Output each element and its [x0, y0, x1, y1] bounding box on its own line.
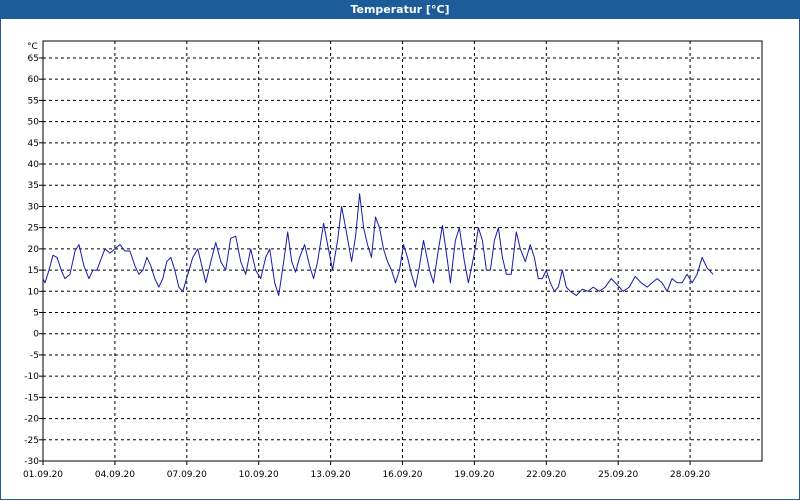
y-axis-label: °C — [27, 42, 38, 52]
x-tick-label: 07.09.20 — [167, 470, 207, 480]
chart-window: Temperatur [°C] -30 -25 -20 -15 -10 -5 0 5 10 15 2… — [0, 0, 800, 500]
y-tick-label: 60 — [28, 75, 40, 85]
y-tick-label: 40 — [28, 160, 40, 170]
y-tick-label: -10 — [24, 372, 39, 382]
x-tick-label: 25.09.20 — [598, 470, 638, 480]
y-tick-label: 15 — [28, 266, 39, 276]
x-tick-label: 13.09.20 — [311, 470, 351, 480]
y-tick-label: 55 — [28, 96, 39, 106]
x-axis: 01.09.20 04.09.20 07.09.20 10.09.20 13.09.20… — [23, 461, 710, 480]
x-tick-label: 22.09.20 — [526, 470, 566, 480]
y-tick-label: 35 — [28, 181, 39, 191]
y-tick-label: 50 — [28, 118, 40, 128]
y-tick-label: 25 — [28, 224, 39, 234]
y-tick-label: -5 — [30, 351, 39, 361]
y-tick-label: -25 — [24, 436, 39, 446]
y-tick-label: -20 — [24, 415, 39, 425]
x-tick-label: 01.09.20 — [23, 470, 63, 480]
y-axis: -30 -25 -20 -15 -10 -5 0 5 10 15 20 25 30 35 40 45 50 55 6… — [24, 54, 43, 467]
y-tick-label: 10 — [28, 287, 40, 297]
x-tick-label: 04.09.20 — [95, 470, 135, 480]
x-tick-label: 28.09.20 — [670, 470, 710, 480]
y-tick-label: 0 — [33, 330, 39, 340]
y-tick-label: -15 — [24, 393, 39, 403]
x-tick-label: 16.09.20 — [382, 470, 422, 480]
y-tick-label: 30 — [28, 202, 40, 212]
temperature-chart: -30 -25 -20 -15 -10 -5 0 5 10 15 20 25 30 35 40 45 50 55 6… — [23, 40, 763, 480]
y-tick-label: 65 — [28, 54, 39, 64]
x-tick-label: 19.09.20 — [454, 470, 494, 480]
y-tick-label: 45 — [28, 139, 39, 149]
y-tick-label: 20 — [28, 245, 40, 255]
x-tick-label: 10.09.20 — [239, 470, 279, 480]
y-tick-label: -30 — [24, 457, 39, 467]
y-tick-label: 5 — [33, 309, 39, 319]
